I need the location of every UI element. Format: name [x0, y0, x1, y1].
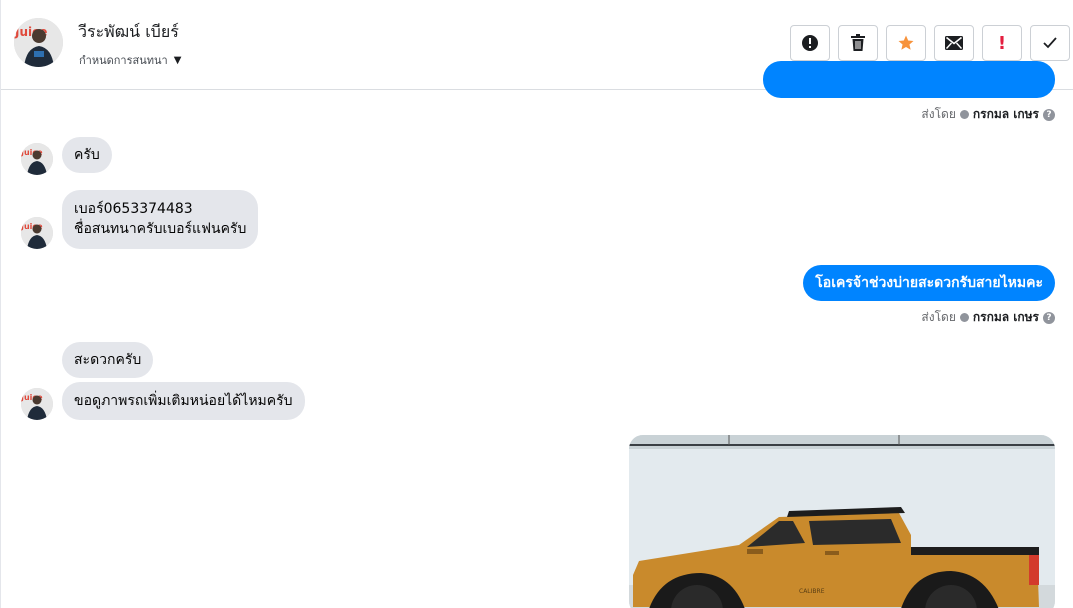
exclamation-icon: !: [997, 32, 1007, 54]
contact-avatar-small[interactable]: Juice: [21, 388, 53, 420]
incoming-message-bubble[interactable]: สะดวกครับ: [62, 342, 154, 378]
caret-down-icon: ▼: [173, 54, 182, 66]
conversation-schedule-dropdown[interactable]: กำหนดการสนทนา ▼: [79, 51, 181, 69]
mark-unread-button[interactable]: [934, 25, 974, 61]
messenger-conversation: Juice วีระพัฒน์ เบียร์ กำหนดการสนทนา ▼ !…: [0, 0, 1073, 608]
agent-name[interactable]: กรกมล เกษร: [973, 308, 1039, 327]
check-icon: [1043, 37, 1057, 49]
header-actions: !: [790, 25, 1070, 61]
mark-spam-button[interactable]: [790, 25, 830, 61]
star-icon: [898, 35, 914, 50]
message-text: ขอดูภาพรถเพิ่มเติมหน่อยได้ไหมครับ: [74, 393, 293, 409]
trash-icon: [851, 34, 865, 51]
alert-circle-icon: [802, 35, 818, 51]
incoming-message-bubble[interactable]: เบอร์0653374483 ชื่อสนทนาครับเบอร์แฟนครั…: [62, 190, 259, 249]
contact-name[interactable]: วีระพัฒน์ เบียร์: [78, 20, 179, 45]
message-text-line: เบอร์0653374483: [74, 201, 193, 217]
agent-name[interactable]: กรกมล เกษร: [973, 105, 1039, 124]
delete-button[interactable]: [838, 25, 878, 61]
contact-avatar-small[interactable]: Juice: [21, 143, 53, 175]
agent-status-icon: [959, 313, 969, 322]
star-button[interactable]: [886, 25, 926, 61]
message-list[interactable]: ส่งโดย กรกมล เกษร ? Juice ครับ Juice เบอ…: [1, 61, 1073, 608]
outgoing-bubble-partial: [763, 61, 1055, 98]
message-text: สะดวกครับ: [74, 352, 142, 368]
schedule-label: กำหนดการสนทนา: [79, 54, 168, 67]
message-text: โอเครจ้าช่วงบ่ายสะดวกรับสายไหมคะ: [815, 275, 1043, 291]
help-icon[interactable]: ?: [1043, 311, 1055, 324]
outgoing-message-bubble[interactable]: โอเครจ้าช่วงบ่ายสะดวกรับสายไหมคะ: [803, 265, 1055, 301]
follow-up-button[interactable]: !: [982, 25, 1022, 61]
envelope-icon: [945, 36, 963, 50]
sent-by-prefix: ส่งโดย: [921, 310, 956, 324]
contact-avatar[interactable]: Juice: [14, 18, 63, 67]
contact-avatar-small[interactable]: Juice: [21, 217, 53, 249]
sent-by-row: ส่งโดย กรกมล เกษร ?: [921, 105, 1055, 124]
message-text-line: ชื่อสนทนาครับเบอร์แฟนครับ: [74, 221, 247, 237]
svg-text:CALIBRE: CALIBRE: [799, 588, 825, 595]
message-text: ครับ: [74, 147, 100, 163]
done-button[interactable]: [1030, 25, 1070, 61]
help-icon[interactable]: ?: [1043, 108, 1055, 121]
incoming-message-bubble[interactable]: ครับ: [62, 137, 112, 173]
outgoing-photo-attachment[interactable]: CALIBRE: [629, 435, 1055, 608]
incoming-message-bubble[interactable]: ขอดูภาพรถเพิ่มเติมหน่อยได้ไหมครับ: [62, 382, 305, 420]
sent-by-row: ส่งโดย กรกมล เกษร ?: [921, 308, 1055, 327]
sent-by-prefix: ส่งโดย: [921, 107, 956, 121]
truck-photo: CALIBRE: [629, 435, 1055, 608]
agent-status-icon: [959, 110, 969, 119]
